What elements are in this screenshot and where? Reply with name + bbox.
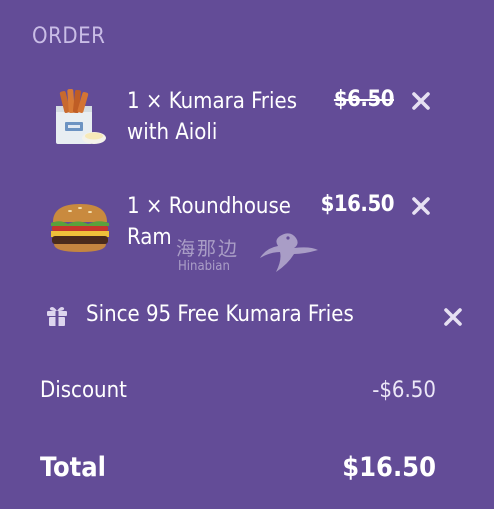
remove-item-button[interactable]: [412, 92, 430, 110]
discount-label: Discount: [40, 378, 127, 403]
close-icon: [412, 197, 430, 215]
remove-promo-button[interactable]: [444, 308, 462, 326]
item-name: 1 × Roundhouse Ram: [127, 194, 291, 250]
item-name: 1 × Kumara Fries with Aioli: [127, 89, 298, 145]
gift-icon: [47, 307, 67, 326]
promo-row: Since 95 Free Kumara Fries: [0, 300, 494, 334]
order-item: 1 × Roundhouse Ram $16.50: [0, 191, 494, 255]
promo-label: Since 95 Free Kumara Fries: [86, 302, 354, 327]
total-value: $16.50: [342, 452, 436, 483]
burger-icon: [48, 196, 112, 260]
close-icon: [412, 92, 430, 110]
watermark-en: Hinabian: [178, 259, 230, 274]
total-label: Total: [40, 452, 106, 483]
item-price: $16.50: [320, 192, 395, 217]
order-heading: ORDER: [32, 24, 106, 49]
close-icon: [444, 308, 462, 326]
discount-value: -$6.50: [372, 378, 436, 403]
remove-item-button[interactable]: [412, 197, 430, 215]
kumara-fries-icon: [48, 86, 112, 150]
item-price: $6.50: [333, 87, 395, 112]
order-item: 1 × Kumara Fries with Aioli $6.50: [0, 86, 494, 150]
